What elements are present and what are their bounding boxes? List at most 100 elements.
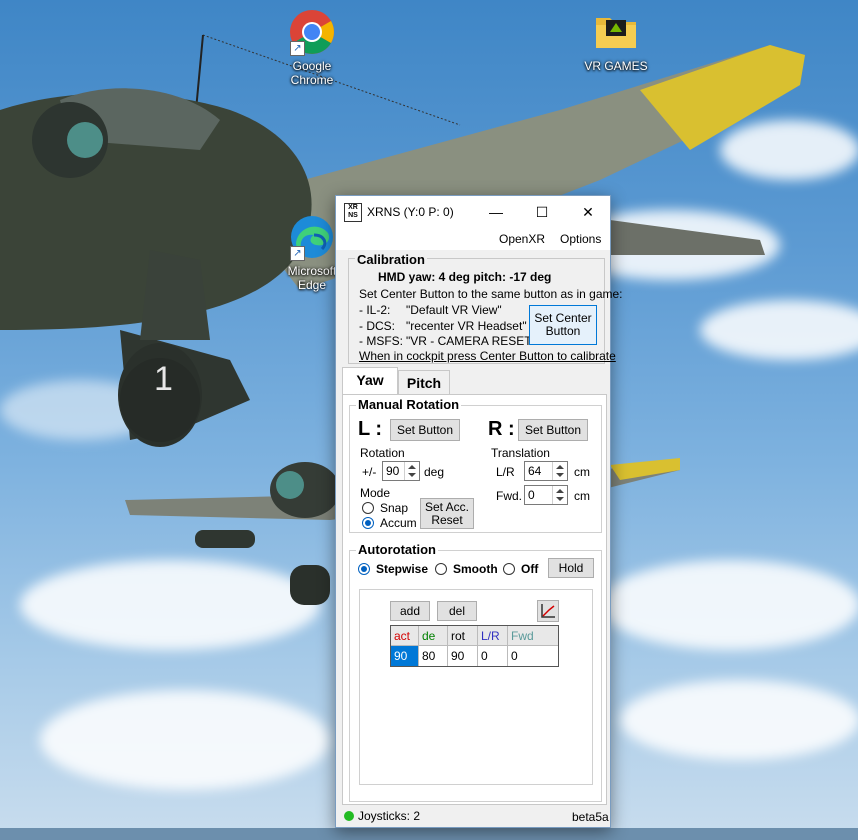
title-bar[interactable]: XR NS XRNS (Y:0 P: 0) — ☐ ✕ [336,196,610,228]
column-header-label: act [394,629,411,643]
calibration-title: Calibration [355,252,427,267]
xrns-window: XR NS XRNS (Y:0 P: 0) — ☐ ✕ OpenXR Optio… [335,195,623,828]
version-label: beta5a [572,810,609,824]
game-il2-name: - IL-2: [359,303,391,317]
game-dcs-value: "recenter VR Headset" [406,319,527,333]
status-bar: Joysticks: 2 beta5a [336,807,610,827]
autorotation-panel: add del act de rot L/R Fwd 90 80 90 0 0 [359,589,593,785]
xrns-logo-icon: XR NS [344,203,362,222]
manual-rotation-title: Manual Rotation [356,397,462,412]
calibration-instruction: Set Center Button to the same button as … [359,287,623,301]
smooth-radio[interactable] [435,563,447,575]
fwd-unit: cm [574,489,590,503]
calibration-group: Calibration HMD yaw: 4 deg pitch: -17 de… [348,252,623,364]
desktop-icon-vr-games[interactable]: VR GAMES [579,8,653,73]
shortcut-arrow-icon: ↗ [290,41,305,56]
logo-text-bottom: NS [348,212,358,219]
del-button[interactable]: del [437,601,477,621]
tab-page-yaw: Manual Rotation L : Set Button R : Set B… [342,394,607,805]
smooth-label: Smooth [453,562,498,576]
desktop-icon-label: VR GAMES [584,59,648,73]
rotation-label: Rotation [360,446,405,460]
folder-icon [592,8,640,56]
mode-snap-label: Snap [380,501,409,515]
logo-text-top: XR [348,204,358,211]
column-header-rot[interactable]: rot [448,626,478,646]
column-header-lr[interactable]: L/R [478,626,508,646]
right-label: R : [488,418,515,440]
column-header-act[interactable]: act [391,626,419,646]
stepper-arrows-icon[interactable] [404,462,419,480]
column-header-label: rot [451,629,466,643]
fwd-stepper[interactable]: 0 [524,485,568,505]
add-button[interactable]: add [390,601,430,621]
lr-value: 64 [528,464,542,478]
game-msfs-name: - MSFS: [359,334,403,348]
lr-unit: cm [574,465,590,479]
chrome-icon: ↗ [288,8,336,56]
calibration-hint: When in cockpit press Center Button to c… [359,349,616,363]
stepwise-radio[interactable] [358,563,370,575]
column-header-label: Fwd [511,629,534,643]
lr-label: L/R [496,465,515,479]
hold-button[interactable]: Hold [548,558,594,578]
rotation-value: 90 [386,464,400,478]
set-center-button[interactable]: Set Center Button [529,305,597,345]
column-header-label: L/R [481,629,500,643]
plusminus-label: +/- [362,465,377,479]
joysticks-status: Joysticks: 2 [358,809,421,823]
rotation-unit: deg [424,465,445,479]
table-cell-lr[interactable]: 0 [478,646,508,666]
autorotation-table[interactable]: act de rot L/R Fwd 90 80 90 0 0 [390,625,559,667]
table-cell-act[interactable]: 90 [391,646,419,666]
autorotation-title: Autorotation [356,542,438,557]
game-il2-value: "Default VR View" [406,303,502,317]
status-indicator-icon [344,811,354,821]
chart-button[interactable] [537,600,559,622]
mode-label: Mode [360,486,391,500]
table-cell-rot[interactable]: 90 [448,646,478,666]
mode-accum-radio[interactable] [362,517,374,529]
fwd-value: 0 [528,488,535,502]
column-header-de[interactable]: de [419,626,448,646]
close-button[interactable]: ✕ [565,196,611,228]
left-label: L : [358,418,383,440]
chart-icon [541,604,555,618]
lr-stepper[interactable]: 64 [524,461,568,481]
desktop-icon-label: Google Chrome [290,59,334,87]
aircraft-number: 1 [154,360,173,398]
hmd-readout: HMD yaw: 4 deg pitch: -17 deg [378,270,552,284]
menu-bar: OpenXR Options [336,228,610,250]
column-header-label: de [422,629,436,643]
menu-openxr[interactable]: OpenXR [499,232,545,246]
stepper-arrows-icon[interactable] [552,486,567,504]
stepwise-label: Stepwise [376,562,429,576]
game-msfs-value: "VR - CAMERA RESET" [406,334,536,348]
mode-accum-label: Accum [380,516,417,530]
left-set-button[interactable]: Set Button [390,419,460,441]
off-radio[interactable] [503,563,515,575]
menu-options[interactable]: Options [560,232,601,246]
autorotation-group: Autorotation Stepwise Smooth Off Hold ad… [349,542,602,802]
mode-snap-radio[interactable] [362,502,374,514]
maximize-button[interactable]: ☐ [519,196,565,228]
column-header-fwd[interactable]: Fwd [508,626,558,646]
off-label: Off [521,562,539,576]
tab-pitch[interactable]: Pitch [398,370,450,396]
window-title: XRNS (Y:0 P: 0) [367,205,454,219]
edge-icon: ↗ [288,213,336,261]
table-cell-fwd[interactable]: 0 [508,646,558,666]
rotation-stepper[interactable]: 90 [382,461,420,481]
table-cell-de[interactable]: 80 [419,646,448,666]
tab-yaw[interactable]: Yaw [342,367,398,395]
right-set-button[interactable]: Set Button [518,419,588,441]
set-acc-reset-button[interactable]: Set Acc. Reset [420,498,474,529]
minimize-button[interactable]: — [473,196,519,228]
game-dcs-name: - DCS: [359,319,395,333]
translation-label: Translation [491,446,550,460]
fwd-label: Fwd. [496,489,523,503]
stepper-arrows-icon[interactable] [552,462,567,480]
shortcut-arrow-icon: ↗ [290,246,305,261]
desktop-icon-chrome[interactable]: ↗ Google Chrome [275,8,349,87]
manual-rotation-group: Manual Rotation L : Set Button R : Set B… [349,397,602,533]
